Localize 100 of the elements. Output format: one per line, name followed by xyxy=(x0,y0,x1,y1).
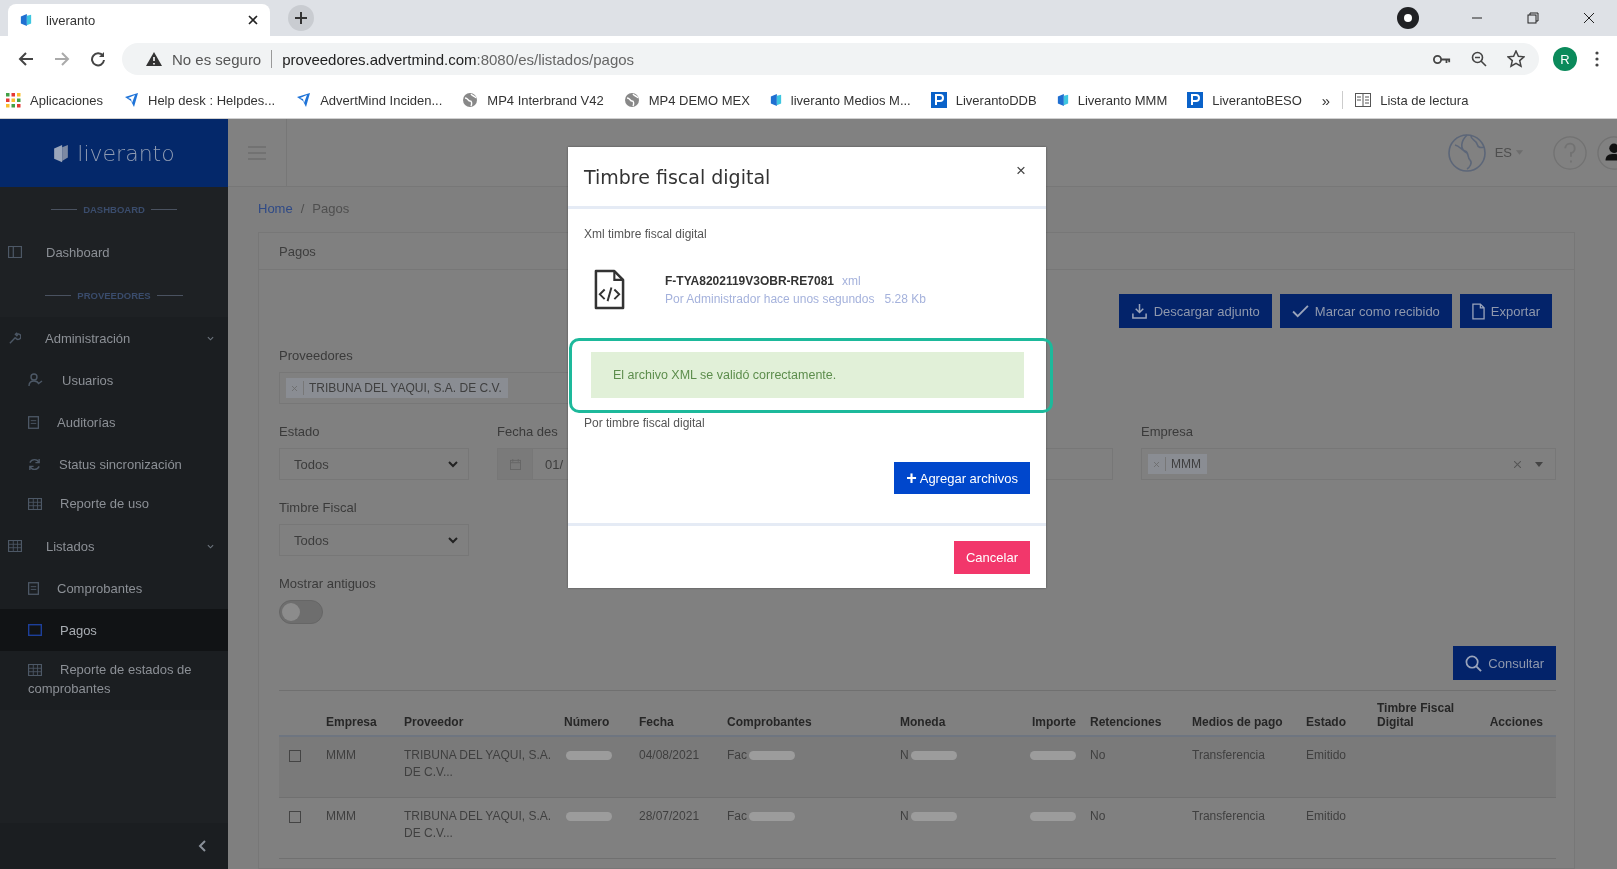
sidebar-group[interactable]: Listados xyxy=(0,525,228,567)
sidebar-item[interactable]: Dashboard xyxy=(0,231,228,273)
field-label: Estado xyxy=(279,424,320,440)
new-tab-icon[interactable] xyxy=(288,5,314,31)
bookmark[interactable]: LiverantoDDB xyxy=(930,92,1037,108)
sidebar-item[interactable]: Status sincronización xyxy=(0,443,228,485)
action-button[interactable]: Exportar xyxy=(1459,294,1552,328)
sidebar-item[interactable]: Comprobantes xyxy=(0,567,228,609)
cancel-button[interactable]: Cancelar xyxy=(953,540,1030,574)
column-header: Empresa xyxy=(326,715,378,729)
sidebar-item[interactable]: Auditorías xyxy=(0,401,228,443)
column-header: Retenciones xyxy=(1090,715,1163,729)
bookmark[interactable]: AdvertMind Inciden... xyxy=(295,92,443,108)
extension-icon[interactable] xyxy=(1397,7,1419,29)
menu-icon[interactable] xyxy=(1595,51,1599,67)
document-icon xyxy=(28,415,39,429)
action-button[interactable]: Descargar adjunto xyxy=(1118,294,1272,328)
reading-list-label: Lista de lectura xyxy=(1380,92,1469,108)
bookmark[interactable]: Aplicaciones xyxy=(6,92,103,108)
reload-icon[interactable] xyxy=(90,51,106,67)
status-select[interactable]: Todos xyxy=(279,448,469,480)
table-cell: 28/07/2021 xyxy=(639,809,700,823)
wrench-icon xyxy=(8,331,21,345)
chevron-icon xyxy=(448,460,458,468)
sync-icon xyxy=(28,457,41,471)
logo-icon xyxy=(1056,93,1069,107)
company-select[interactable]: MMM xyxy=(1141,448,1556,480)
bookmark[interactable]: LiverantoBESO xyxy=(1187,92,1302,108)
sidebar-item[interactable]: Reporte de estados de comprobantes xyxy=(0,651,228,710)
section-label: Por timbre fiscal digital xyxy=(584,416,706,430)
browser-tab[interactable]: liveranto xyxy=(8,4,270,36)
app-logo-text: liveranto xyxy=(77,140,175,166)
add-files-button[interactable]: + Agregar archivos xyxy=(894,462,1030,494)
sidebar-group[interactable]: Administración xyxy=(0,317,228,359)
p-square-icon xyxy=(930,92,947,108)
file-type: xml xyxy=(842,273,861,288)
sidebar-item[interactable]: Usuarios xyxy=(0,359,228,401)
address-bar[interactable]: No es seguro proveedores.advertmind.com:8080/es/listados/pagos xyxy=(122,43,1539,75)
security-label: No es seguro xyxy=(172,50,262,68)
row-checkbox[interactable] xyxy=(289,811,301,823)
table-cell: Fac xyxy=(727,748,747,762)
section-label: Xml timbre fiscal digital xyxy=(584,227,708,241)
profile-avatar[interactable]: R xyxy=(1553,47,1577,71)
square-icon xyxy=(28,624,42,636)
file-name: F-TYA8202119V3OBR-RE7081 xyxy=(665,273,834,288)
dialog-title: Timbre fiscal digital xyxy=(584,165,771,188)
table-cell: MMM xyxy=(326,809,356,823)
url-text: proveedores.advertmind.com:8080/es/listados/pagos xyxy=(282,50,635,68)
chevron-icon xyxy=(207,542,214,550)
table-cell: Fac xyxy=(727,809,747,823)
bookmark-label: Aplicaciones xyxy=(30,92,103,108)
reading-list-icon xyxy=(1355,93,1372,107)
close-icon[interactable] xyxy=(248,15,258,25)
row-checkbox[interactable] xyxy=(289,750,301,762)
sidebar-item[interactable]: Reporte de uso xyxy=(0,485,228,525)
table-cell: TRIBUNA DEL YAQUI, S.A. DE C.V... xyxy=(404,748,552,779)
table-cell: N xyxy=(900,748,909,762)
section-heading: PROVEEDORES xyxy=(77,289,151,301)
table-cell: MMM xyxy=(326,748,356,762)
bookmark-label: LiverantoDDB xyxy=(955,92,1037,108)
toggle-switch[interactable] xyxy=(279,600,323,624)
bookmark[interactable]: Help desk : Helpdes... xyxy=(123,92,276,108)
bookmark[interactable]: MP4 DEMO MEX xyxy=(623,92,750,108)
logo-icon xyxy=(20,13,32,27)
bookmark[interactable]: Liveranto MMM xyxy=(1056,92,1168,108)
field-label: Fecha des xyxy=(497,424,558,440)
card-title: Pagos xyxy=(279,243,316,259)
query-button[interactable]: Consultar xyxy=(1453,646,1556,680)
back-icon[interactable] xyxy=(18,51,34,67)
action-button[interactable]: Marcar como recibido xyxy=(1279,294,1452,328)
star-icon[interactable] xyxy=(1507,50,1525,68)
column-header: Moneda xyxy=(900,715,947,729)
tab-title: liveranto xyxy=(46,12,97,28)
reading-list[interactable]: Lista de lectura xyxy=(1355,92,1469,108)
field-label: Proveedores xyxy=(279,348,353,364)
file-meta: Por Administrador hace unos segundos xyxy=(665,291,875,306)
grid-icon xyxy=(28,498,42,510)
globe-icon xyxy=(462,92,479,108)
table-cell: No xyxy=(1090,809,1106,823)
close-icon[interactable] xyxy=(1583,12,1595,24)
file-icon xyxy=(1471,302,1485,320)
collapse-icon[interactable] xyxy=(198,840,206,852)
sidebar-item[interactable]: Pagos xyxy=(0,609,228,651)
table-cell: 04/08/2021 xyxy=(639,748,700,762)
close-button[interactable]: × xyxy=(1012,161,1030,181)
zoom-icon[interactable] xyxy=(1471,51,1487,67)
check-icon xyxy=(1291,304,1309,318)
more-bookmarks[interactable]: » xyxy=(1321,91,1331,109)
stamp-select[interactable]: Todos xyxy=(279,524,469,556)
field-label: Mostrar antiguos xyxy=(279,576,376,592)
column-header: Comprobantes xyxy=(727,715,813,729)
column-header: Fecha xyxy=(639,715,675,729)
column-header: Proveedor xyxy=(404,715,465,729)
success-alert: El archivo XML se validó correctamente. xyxy=(591,352,1024,398)
table-cell: Emitido xyxy=(1306,748,1346,762)
apps-grid-icon xyxy=(6,92,21,108)
restore-icon[interactable] xyxy=(1527,12,1539,24)
bookmark[interactable]: MP4 Interbrand V42 xyxy=(462,92,604,108)
key-icon[interactable] xyxy=(1433,53,1451,65)
caret-icon[interactable] xyxy=(1535,461,1543,467)
